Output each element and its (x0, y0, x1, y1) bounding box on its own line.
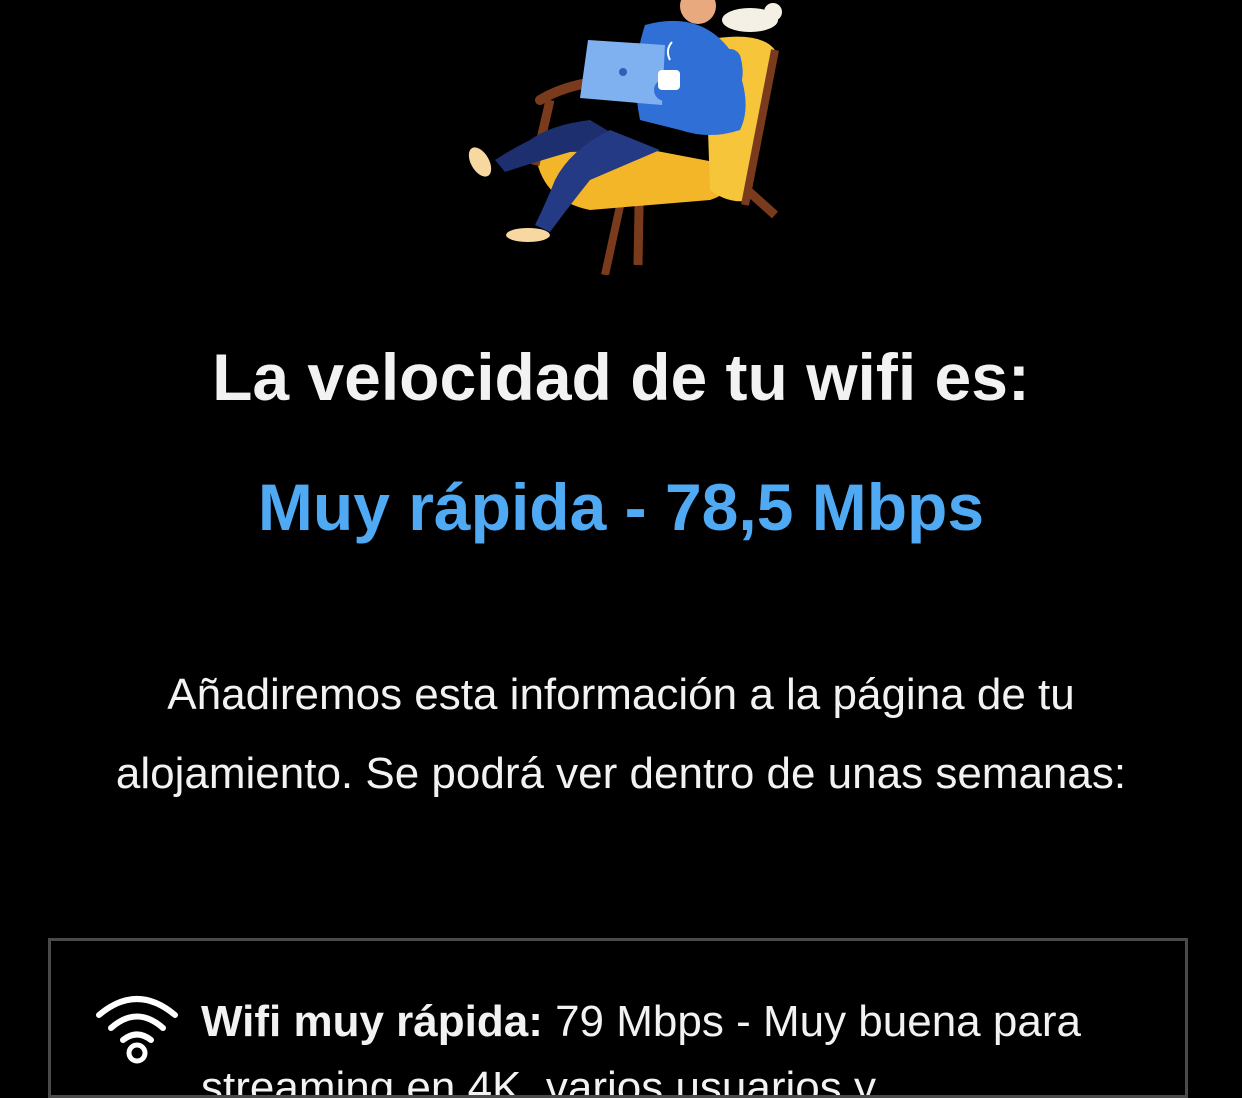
relaxing-person-illustration (440, 0, 800, 276)
wifi-preview-label: Wifi muy rápida: (201, 997, 543, 1046)
listing-preview-card: Wifi muy rápida: 79 Mbps - Muy buena par… (48, 938, 1188, 1098)
info-paragraph: Añadiremos esta información a la página … (115, 670, 1127, 798)
result-headline: La velocidad de tu wifi es: (212, 340, 1030, 414)
wifi-icon (95, 989, 179, 1065)
wifi-speed-result: Muy rápida - 78,5 Mbps (257, 470, 985, 544)
wifi-preview-text: Wifi muy rápida: 79 Mbps - Muy buena par… (201, 989, 1171, 1095)
